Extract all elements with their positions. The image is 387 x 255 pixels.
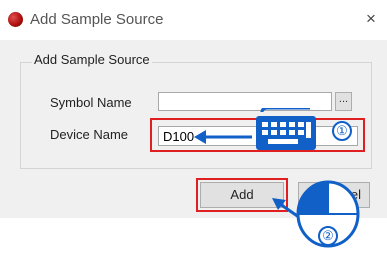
window-title: Add Sample Source <box>30 11 164 28</box>
group-legend: Add Sample Source <box>32 52 152 67</box>
symbol-name-label: Symbol Name <box>50 95 132 110</box>
left-arrow-icon <box>194 130 252 144</box>
keyboard-icon <box>256 108 316 150</box>
step-1-badge: ① <box>332 121 352 141</box>
app-icon <box>8 12 23 27</box>
device-name-label: Device Name <box>50 127 129 142</box>
browse-button[interactable]: ... <box>335 92 352 111</box>
close-button[interactable]: × <box>366 9 376 29</box>
device-name-value: D100 <box>163 129 195 144</box>
step-2-badge: ② <box>318 226 338 246</box>
